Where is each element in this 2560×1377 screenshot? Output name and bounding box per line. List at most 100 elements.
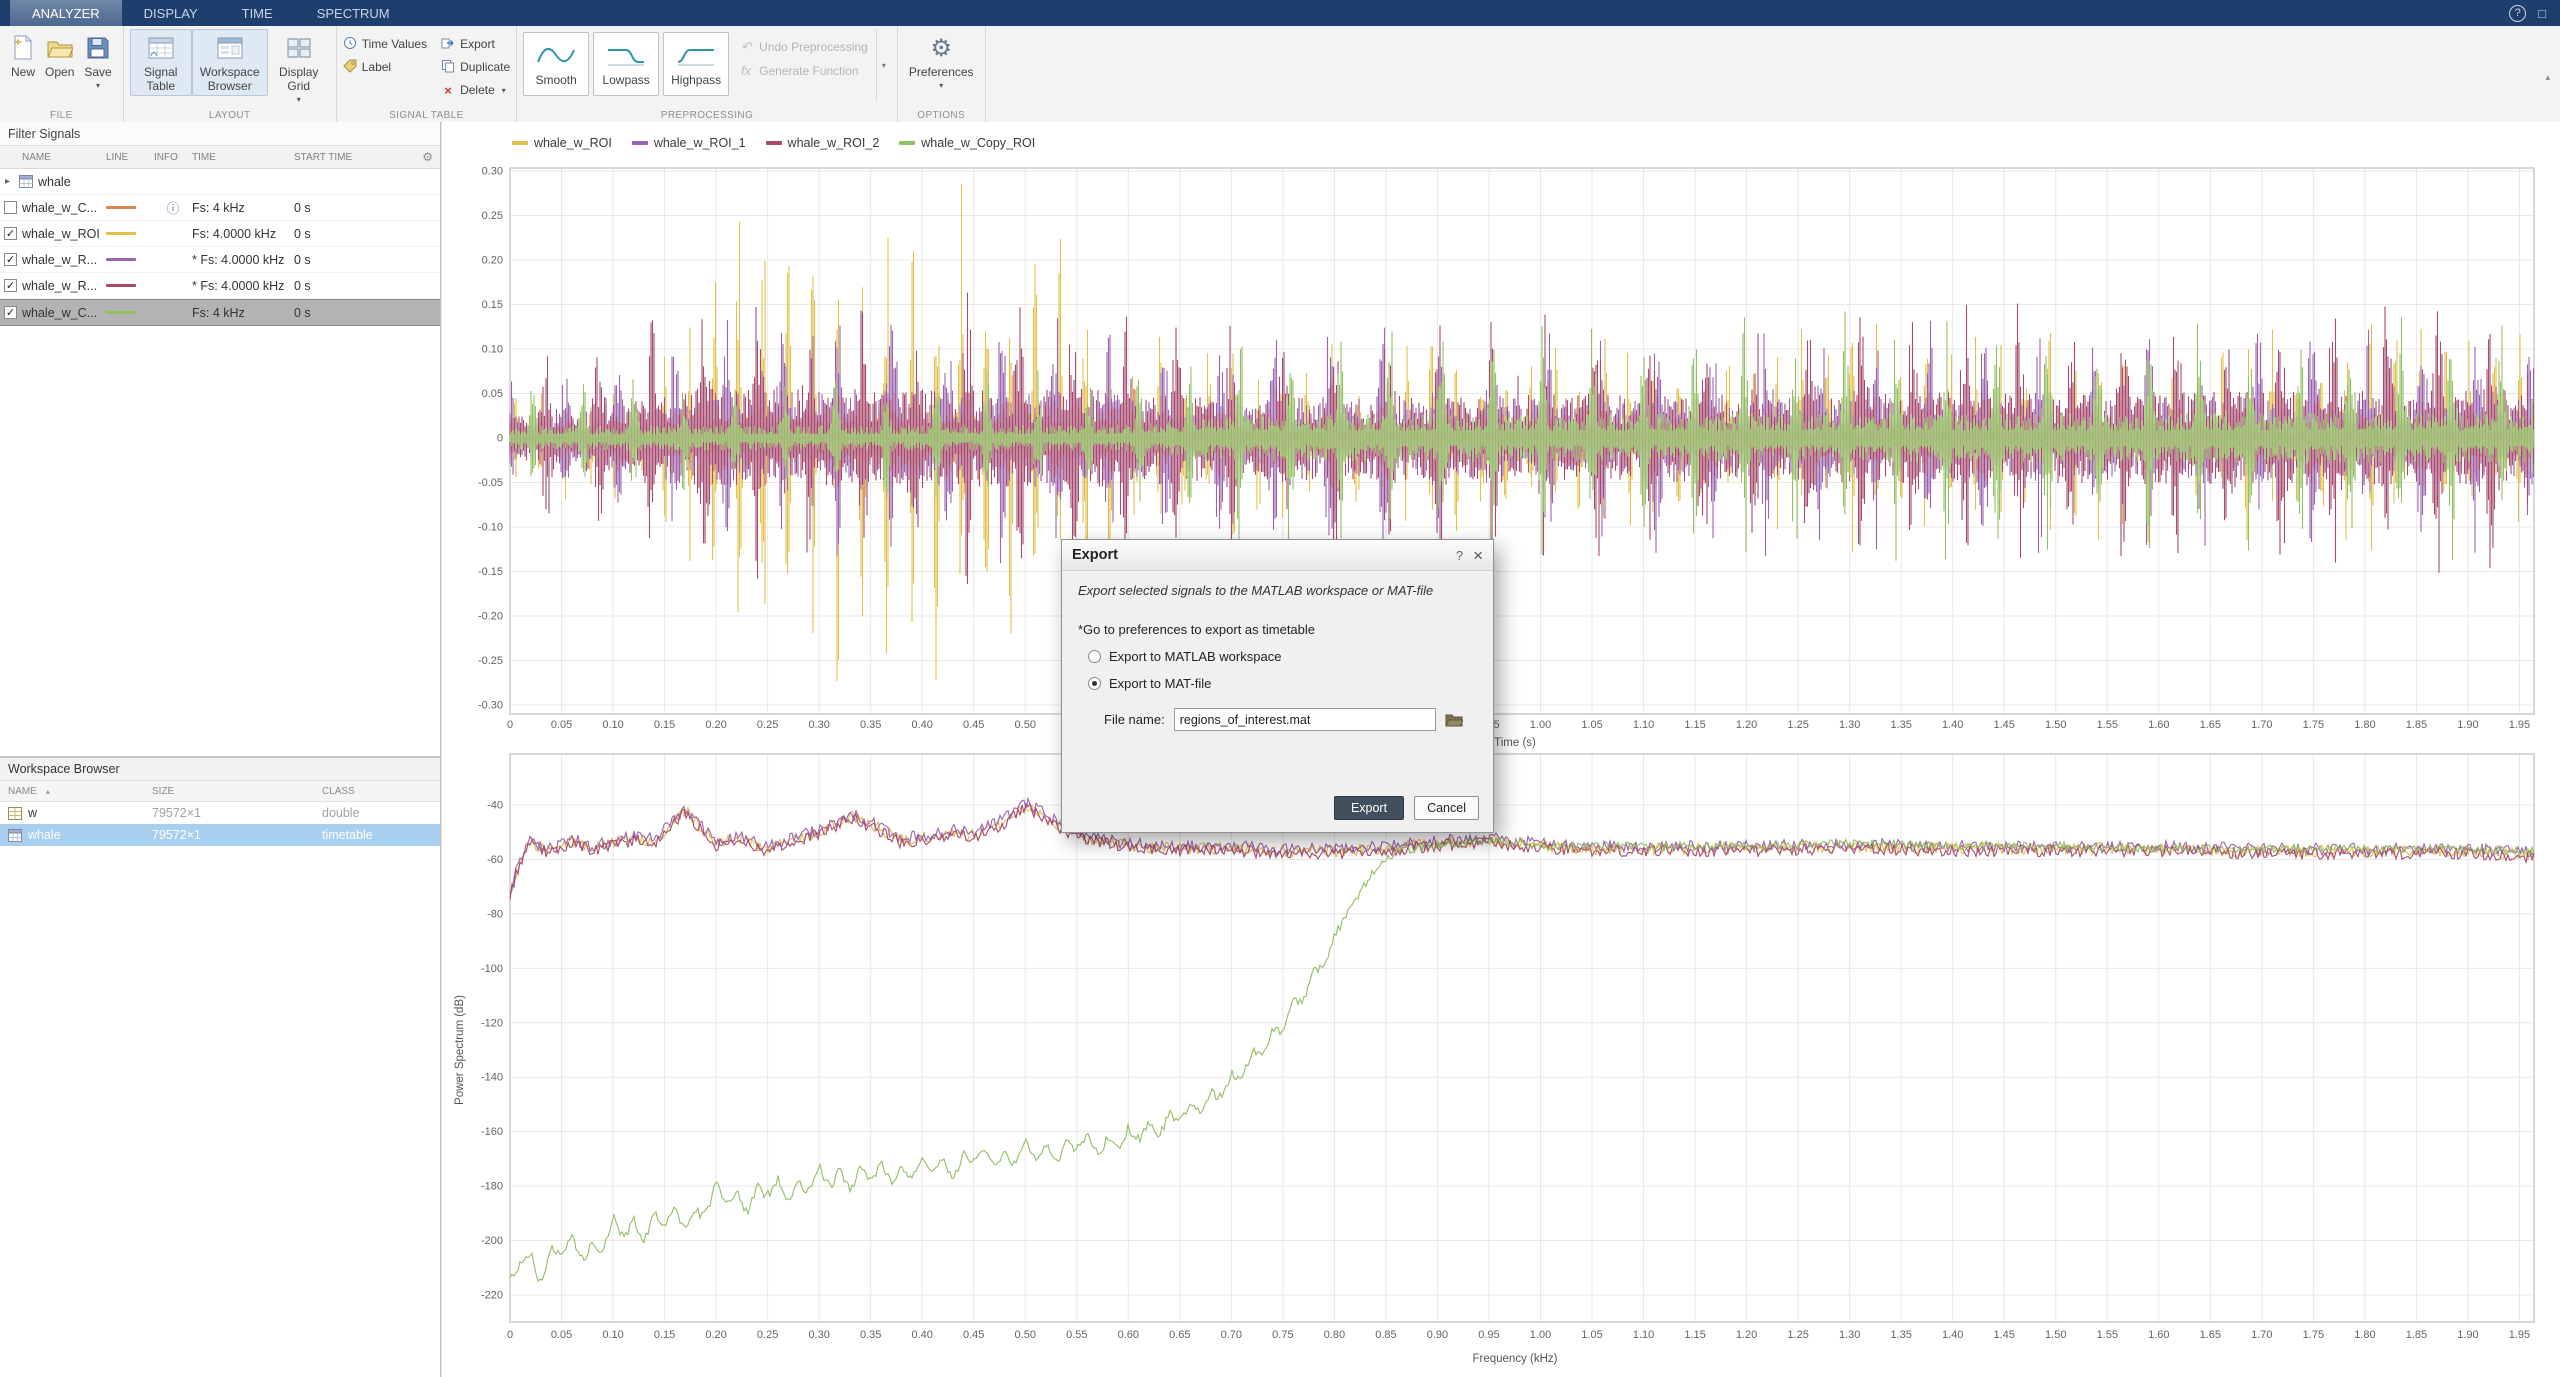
legend-label: whale_w_ROI_2 xyxy=(788,136,880,150)
dialog-help-icon[interactable]: ? xyxy=(1446,548,1473,563)
workspace-row[interactable]: whale79572×1timetable xyxy=(0,824,440,846)
workspace-row[interactable]: w79572×1double xyxy=(0,802,440,824)
signal-time: * Fs: 4.0000 kHz xyxy=(192,279,294,293)
legend-item[interactable]: whale_w_ROI_2 xyxy=(766,136,880,150)
svg-text:0: 0 xyxy=(507,1329,513,1341)
filter-signals-input[interactable] xyxy=(0,122,440,146)
ws-column-size[interactable]: SIZE xyxy=(152,786,322,797)
open-button-label: Open xyxy=(45,66,74,80)
svg-text:1.35: 1.35 xyxy=(1890,719,1911,731)
workspace-browser-toggle[interactable]: Workspace Browser xyxy=(192,29,268,96)
svg-text:1.40: 1.40 xyxy=(1942,719,1963,731)
tab-time[interactable]: TIME xyxy=(220,0,295,26)
display-grid-button[interactable]: Display Grid ▾ xyxy=(268,29,330,106)
signal-row[interactable]: ✓whale_w_C...Fs: 4 kHz0 s xyxy=(0,299,440,326)
legend-swatch xyxy=(899,141,915,145)
highpass-button[interactable]: Highpass xyxy=(663,32,729,96)
svg-text:0.85: 0.85 xyxy=(1375,1329,1396,1341)
smooth-button[interactable]: Smooth xyxy=(523,32,589,96)
svg-text:0.50: 0.50 xyxy=(1015,1329,1036,1341)
browse-folder-icon[interactable] xyxy=(1445,713,1463,727)
generate-function-label: Generate Function xyxy=(759,64,858,78)
export-ribbon-label: Export xyxy=(460,37,495,51)
signal-time: Fs: 4.0000 kHz xyxy=(192,227,294,241)
expand-arrow-icon[interactable]: ▸ xyxy=(5,176,14,187)
tab-analyzer[interactable]: ANALYZER xyxy=(10,0,122,26)
collapse-ribbon-icon[interactable]: ▴ xyxy=(2545,72,2550,83)
save-button[interactable]: Save ▾ xyxy=(79,29,116,92)
time-values-button[interactable]: Time Values xyxy=(343,34,427,54)
duplicate-button[interactable]: Duplicate xyxy=(441,57,510,77)
ws-column-name[interactable]: NAME▴ xyxy=(0,786,152,797)
tab-display[interactable]: DISPLAY xyxy=(122,0,220,26)
ribbon-toolbar: New Open Save ▾ FILE Signal Table xyxy=(0,26,2560,123)
signal-time: * Fs: 4.0000 kHz xyxy=(192,253,294,267)
lowpass-button[interactable]: Lowpass xyxy=(593,32,659,96)
svg-text:-0.10: -0.10 xyxy=(478,522,503,534)
signal-row[interactable]: ✓whale_w_R...* Fs: 4.0000 kHz0 s xyxy=(0,247,440,273)
delete-button[interactable]: × Delete ▾ xyxy=(441,80,510,100)
column-header-time[interactable]: TIME xyxy=(192,152,294,163)
signal-checkbox[interactable]: ✓ xyxy=(4,227,17,240)
info-icon[interactable]: ⓘ xyxy=(166,201,179,216)
signal-checkbox[interactable]: ✓ xyxy=(4,306,17,319)
radio-export-matfile[interactable]: Export to MAT-file xyxy=(1088,676,1477,691)
export-ribbon-button[interactable]: Export xyxy=(441,34,510,54)
svg-text:0.10: 0.10 xyxy=(602,1329,623,1341)
export-dialog-titlebar[interactable]: Export ? × xyxy=(1062,540,1493,571)
table-settings-gear-icon[interactable]: ⚙ xyxy=(422,150,440,164)
caret-down-icon: ▾ xyxy=(882,61,886,70)
spectrum-whale_w_Copy_ROI xyxy=(510,838,2534,1281)
new-button[interactable]: New xyxy=(6,29,40,82)
legend-item[interactable]: whale_w_ROI xyxy=(512,136,612,150)
ws-column-class[interactable]: CLASS xyxy=(322,786,440,797)
svg-text:0.65: 0.65 xyxy=(1169,1329,1190,1341)
svg-text:0.75: 0.75 xyxy=(1272,1329,1293,1341)
label-button[interactable]: Label xyxy=(343,57,427,77)
signal-row[interactable]: whale_w_C...ⓘFs: 4 kHz0 s xyxy=(0,195,440,221)
svg-text:1.45: 1.45 xyxy=(1994,1329,2015,1341)
preferences-button[interactable]: ⚙ Preferences ▾ xyxy=(904,29,979,92)
preprocessing-gallery-expander[interactable]: ▾ xyxy=(876,29,891,101)
radio-export-workspace[interactable]: Export to MATLAB workspace xyxy=(1088,649,1477,664)
section-label-layout: LAYOUT xyxy=(124,110,336,121)
radio-selected-icon[interactable] xyxy=(1088,677,1101,690)
signal-row[interactable]: ✓whale_w_R...* Fs: 4.0000 kHz0 s xyxy=(0,273,440,299)
signal-group-row[interactable]: ▸ whale xyxy=(0,169,440,195)
svg-text:0.05: 0.05 xyxy=(551,1329,572,1341)
cancel-button[interactable]: Cancel xyxy=(1414,796,1479,820)
column-header-line[interactable]: LINE xyxy=(106,152,154,163)
column-header-start-time[interactable]: START TIME xyxy=(294,152,390,163)
window-layout-icon[interactable]: □ xyxy=(2538,6,2546,21)
help-icon[interactable]: ? xyxy=(2509,5,2526,22)
export-button[interactable]: Export xyxy=(1334,796,1404,820)
radio-unselected-icon[interactable] xyxy=(1088,650,1101,663)
workspace-browser-panel: Workspace Browser NAME▴ SIZE CLASS w7957… xyxy=(0,756,440,1377)
svg-text:0.20: 0.20 xyxy=(482,255,503,267)
file-name-input[interactable] xyxy=(1174,708,1436,731)
signal-checkbox[interactable] xyxy=(4,201,17,214)
svg-text:1.15: 1.15 xyxy=(1684,719,1705,731)
signal-table-toggle[interactable]: Signal Table xyxy=(130,29,192,96)
legend-item[interactable]: whale_w_Copy_ROI xyxy=(899,136,1035,150)
svg-text:1.50: 1.50 xyxy=(2045,1329,2066,1341)
signal-checkbox[interactable]: ✓ xyxy=(4,253,17,266)
section-label-preprocessing: PREPROCESSING xyxy=(517,110,897,121)
display-grid-icon xyxy=(286,33,312,63)
svg-text:1.45: 1.45 xyxy=(1994,719,2015,731)
section-label-options: OPTIONS xyxy=(898,110,985,121)
ribbon-section-preprocessing: Smooth Lowpass Highpass ↶ Undo Preproces… xyxy=(517,26,898,122)
open-button[interactable]: Open xyxy=(40,29,79,82)
svg-text:-180: -180 xyxy=(481,1181,503,1193)
legend-item[interactable]: whale_w_ROI_1 xyxy=(632,136,746,150)
svg-text:0.70: 0.70 xyxy=(1221,1329,1242,1341)
signal-row[interactable]: ✓whale_w_ROIFs: 4.0000 kHz0 s xyxy=(0,221,440,247)
signal-checkbox[interactable]: ✓ xyxy=(4,279,17,292)
line-color-swatch xyxy=(106,311,136,314)
tab-spectrum[interactable]: SPECTRUM xyxy=(295,0,412,26)
svg-text:1.20: 1.20 xyxy=(1736,719,1757,731)
plots-canvas[interactable]: 00.050.100.150.200.250.300.350.400.450.5… xyxy=(442,122,2560,1377)
column-header-name[interactable]: NAME xyxy=(0,152,106,163)
column-header-info[interactable]: INFO xyxy=(154,152,192,163)
dialog-close-icon[interactable]: × xyxy=(1473,547,1483,564)
